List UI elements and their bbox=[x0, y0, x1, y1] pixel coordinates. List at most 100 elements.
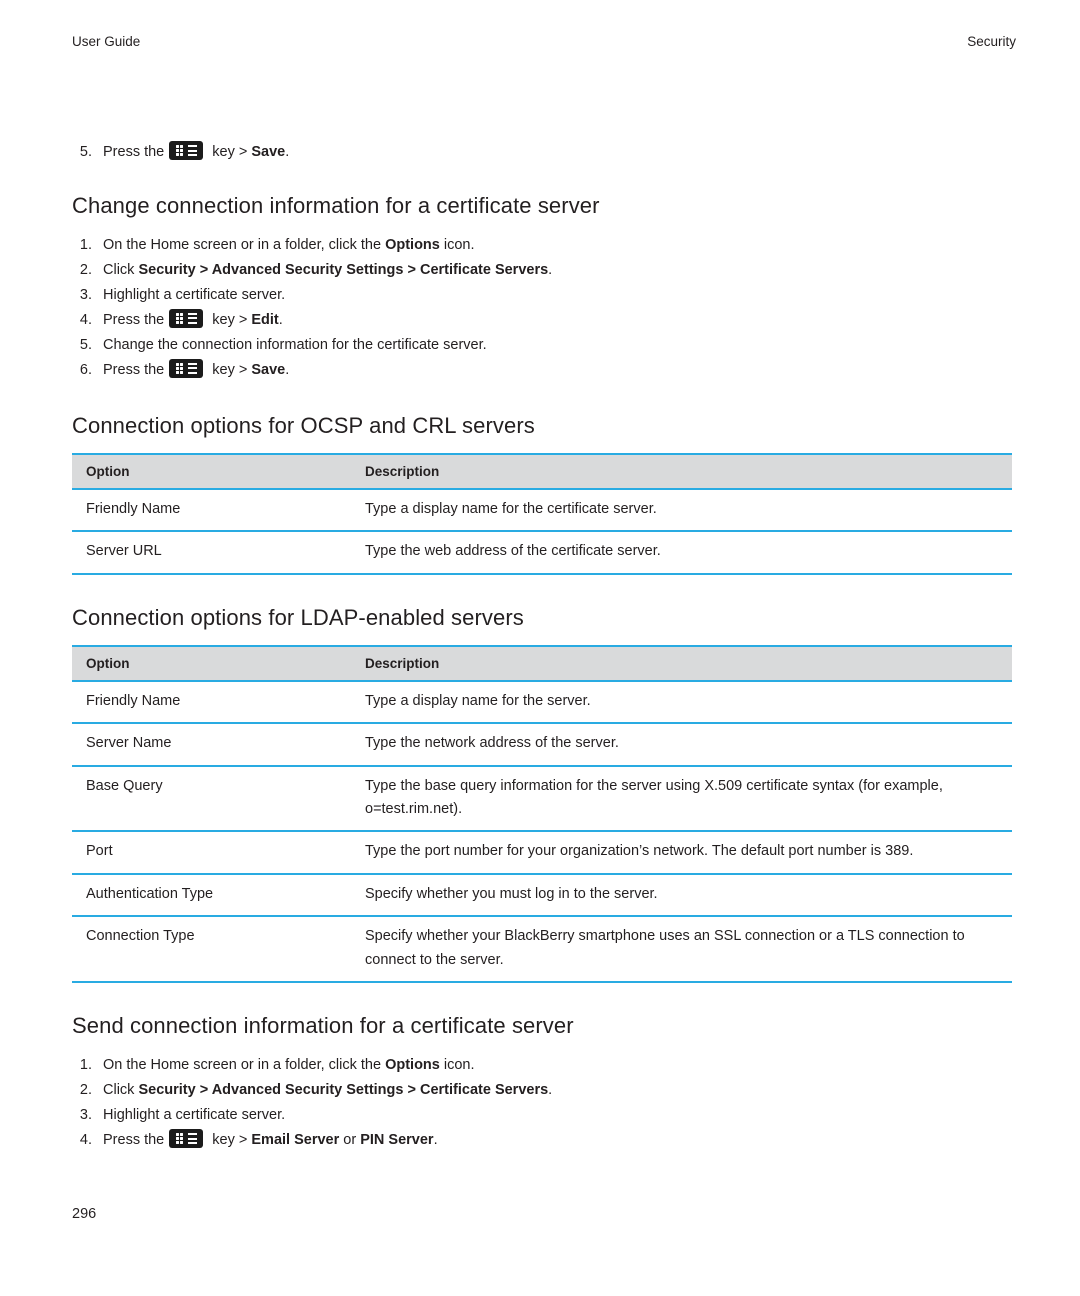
option-cell: Friendly Name bbox=[72, 488, 351, 533]
step-number: 1. bbox=[79, 1057, 92, 1074]
step-list: 1. On the Home screen or in a folder, cli… bbox=[72, 233, 1012, 383]
header-right-label: Security bbox=[967, 34, 1016, 49]
option-cell: Friendly Name bbox=[72, 680, 351, 725]
emphasis-text: > bbox=[403, 261, 420, 278]
emphasis-text: Options bbox=[385, 236, 440, 253]
option-cell: Connection Type bbox=[72, 916, 351, 984]
options-table: Option Description Friendly Name Type a dis… bbox=[72, 452, 1012, 575]
step-text: Highlight a certificate server. bbox=[103, 1107, 286, 1124]
emphasis-text: > bbox=[195, 261, 212, 278]
step-number: 4. bbox=[79, 311, 92, 328]
option-cell: Authentication Type bbox=[72, 873, 351, 918]
section-heading: Connection options for OCSP and CRL serv… bbox=[72, 412, 535, 438]
document-page: User Guide Security 5. Press the key > Sa… bbox=[0, 0, 1080, 1296]
step-text: or bbox=[339, 1132, 361, 1149]
options-table: Option Description Friendly Name Type a dis… bbox=[72, 644, 1012, 984]
emphasis-text: > bbox=[195, 1082, 212, 1099]
step-number: 5. bbox=[79, 144, 92, 160]
step-text: key > bbox=[208, 144, 252, 160]
step-text: icon. bbox=[439, 1057, 475, 1074]
table-row: Friendly Name Type a display name for the… bbox=[72, 488, 1012, 533]
page-content: 5. Press the key > Save. Change connectio… bbox=[72, 140, 1012, 1153]
intro-step-list: 5. Press the key > Save. bbox=[72, 140, 1012, 165]
step-number: 2. bbox=[79, 261, 92, 278]
emphasis-text: Options bbox=[385, 1057, 440, 1074]
option-cell: Port bbox=[72, 831, 351, 875]
table-row: Server URL Type the web address of the ce… bbox=[72, 531, 1012, 575]
step-text: key > bbox=[208, 361, 252, 378]
emphasis-text: Certificate Servers bbox=[420, 261, 549, 278]
description-cell: Type the port number for your organizati… bbox=[351, 831, 1012, 875]
sections-container: Change connection information for a cert… bbox=[72, 193, 1012, 1153]
step-text: . bbox=[285, 144, 290, 160]
emphasis-text: > bbox=[403, 1082, 420, 1099]
step-number: 1. bbox=[79, 236, 92, 253]
step-number: 3. bbox=[79, 286, 92, 303]
option-cell: Server URL bbox=[72, 531, 351, 575]
step-text: icon. bbox=[439, 236, 475, 253]
section-heading: Send connection information for a certif… bbox=[72, 1013, 574, 1039]
emphasis-text: Security bbox=[138, 261, 196, 278]
step-text: key > bbox=[208, 1132, 252, 1149]
section-heading: Connection options for LDAP-enabled serv… bbox=[72, 604, 524, 630]
description-cell: Type a display name for the server. bbox=[351, 680, 1012, 725]
emphasis-text: Save bbox=[251, 361, 286, 378]
step-item: 5. Change the connection information for … bbox=[72, 333, 1012, 358]
step-number: 6. bbox=[79, 361, 92, 378]
emphasis-text: Advanced Security Settings bbox=[211, 261, 404, 278]
step-number: 3. bbox=[79, 1107, 92, 1124]
step-text: Press the bbox=[103, 311, 165, 328]
table-row: Connection Type Specify whether your Blac… bbox=[72, 916, 1012, 984]
description-cell: Type the base query information for the … bbox=[351, 765, 1012, 833]
step-item: 2. Click Security > Advanced Security Set… bbox=[72, 1078, 1012, 1103]
step-item: 1. On the Home screen or in a folder, cli… bbox=[72, 1053, 1012, 1078]
blackberry-menu-key-icon bbox=[169, 358, 204, 378]
emphasis-text: Email Server bbox=[251, 1132, 340, 1149]
step-item: 4. Press the key > Email Server or PIN Se… bbox=[72, 1128, 1012, 1153]
header-left-label: User Guide bbox=[72, 34, 141, 49]
step-item: 5. Press the key > Save. bbox=[72, 140, 1012, 165]
step-number: 4. bbox=[79, 1132, 92, 1149]
step-text: . bbox=[433, 1132, 438, 1149]
page-number: 296 bbox=[72, 1206, 97, 1222]
step-text: Press the bbox=[103, 1132, 165, 1149]
step-item: 6. Press the key > Save. bbox=[72, 358, 1012, 383]
description-cell: Specify whether you must log in to the s… bbox=[351, 873, 1012, 918]
step-item: 1. On the Home screen or in a folder, cli… bbox=[72, 233, 1012, 258]
step-text: Highlight a certificate server. bbox=[103, 286, 286, 303]
step-text: . bbox=[285, 361, 290, 378]
description-cell: Type the network address of the server. bbox=[351, 723, 1012, 767]
step-item: 2. Click Security > Advanced Security Set… bbox=[72, 258, 1012, 283]
table-row: Base Query Type the base query informatio… bbox=[72, 765, 1012, 833]
table-header-row: Option Description bbox=[72, 452, 1012, 490]
step-text: Press the bbox=[103, 144, 165, 160]
description-cell: Specify whether your BlackBerry smartpho… bbox=[351, 916, 1012, 984]
table-row: Authentication Type Specify whether you m… bbox=[72, 873, 1012, 918]
description-cell: Type the web address of the certificate … bbox=[351, 531, 1012, 575]
emphasis-text: Security bbox=[138, 1082, 196, 1099]
step-item: 4. Press the key > Edit. bbox=[72, 308, 1012, 333]
blackberry-menu-key-icon bbox=[169, 308, 204, 328]
table-header-row: Option Description bbox=[72, 644, 1012, 682]
table-row: Port Type the port number for your organi… bbox=[72, 831, 1012, 875]
description-cell: Type a display name for the certificate … bbox=[351, 488, 1012, 533]
emphasis-text: Edit bbox=[251, 311, 279, 328]
emphasis-text: Save bbox=[251, 144, 286, 160]
table-column-header: Option bbox=[72, 452, 351, 490]
step-text: . bbox=[548, 261, 553, 278]
step-text: Press the bbox=[103, 361, 165, 378]
step-number: 5. bbox=[79, 336, 92, 353]
step-text: On the Home screen or in a folder, click… bbox=[103, 1057, 386, 1074]
emphasis-text: Advanced Security Settings bbox=[211, 1082, 404, 1099]
option-cell: Server Name bbox=[72, 723, 351, 767]
step-text: Click bbox=[103, 1082, 139, 1099]
page-header: User Guide Security bbox=[72, 34, 1016, 49]
section-heading: Change connection information for a cert… bbox=[72, 192, 600, 218]
table-column-header: Description bbox=[351, 452, 1012, 490]
step-item: 3. Highlight a certificate server. bbox=[72, 1103, 1012, 1128]
table-row: Server Name Type the network address of t… bbox=[72, 723, 1012, 767]
step-text: key > bbox=[208, 311, 252, 328]
step-text: Change the connection information for th… bbox=[103, 336, 487, 353]
option-cell: Base Query bbox=[72, 765, 351, 833]
table-column-header: Option bbox=[72, 644, 351, 682]
